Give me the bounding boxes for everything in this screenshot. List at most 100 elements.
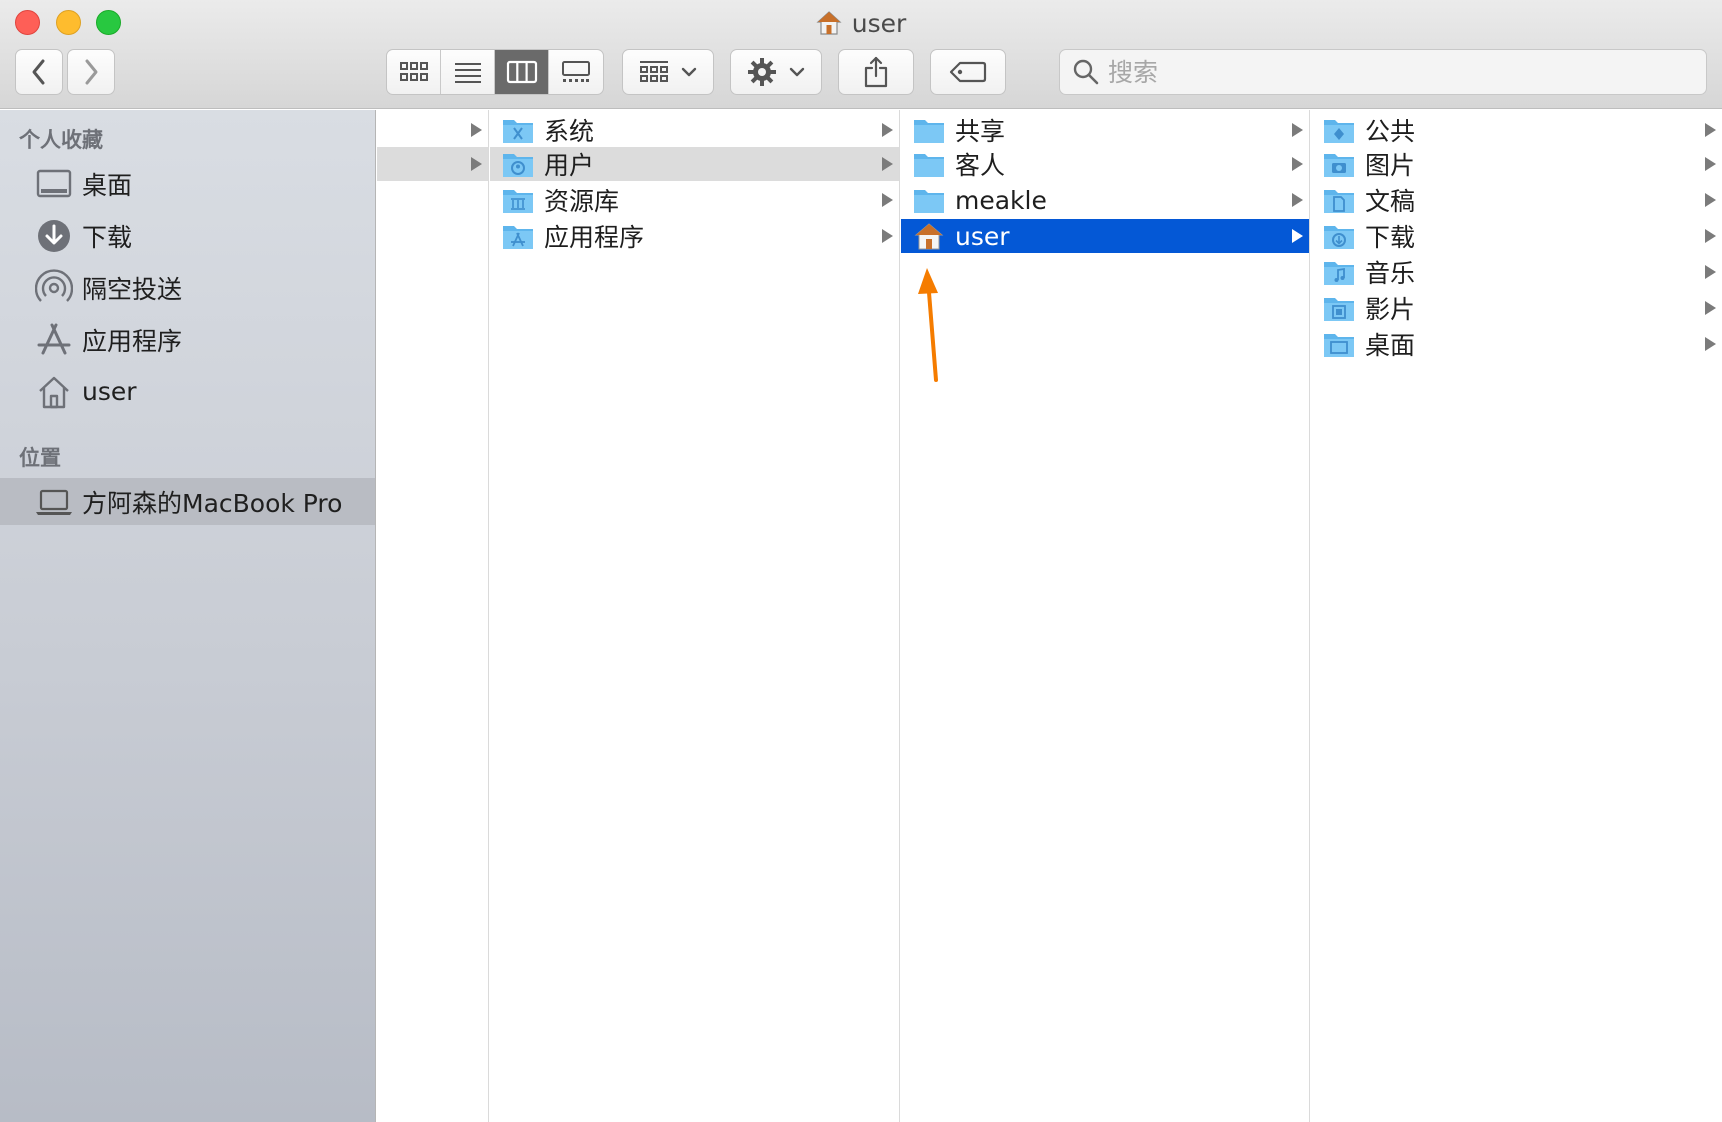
folder-row-guest[interactable]: 客人 bbox=[901, 147, 1309, 181]
back-button[interactable] bbox=[15, 49, 63, 95]
search-input[interactable] bbox=[1108, 57, 1706, 87]
public-folder-icon bbox=[1324, 120, 1354, 143]
system-folder-icon bbox=[503, 120, 533, 143]
sidebar: 个人收藏 桌面 下载 隔空投送 应用程序 user 位置 方阿森的MacBook… bbox=[0, 110, 376, 1122]
annotation-arrow-icon bbox=[918, 268, 938, 382]
applications-folder-icon bbox=[503, 226, 533, 249]
downloads-folder-icon bbox=[1324, 226, 1354, 249]
folder-row-movies[interactable]: 影片 bbox=[1311, 291, 1722, 325]
folder-row-desktop[interactable]: 桌面 bbox=[1311, 327, 1722, 361]
sidebar-item-label: user bbox=[82, 377, 137, 406]
folder-row-pictures[interactable]: 图片 bbox=[1311, 147, 1722, 181]
library-folder-icon bbox=[503, 190, 533, 213]
sidebar-item-user[interactable]: user bbox=[0, 368, 375, 415]
home-icon bbox=[34, 372, 74, 412]
folder-row-library[interactable]: 资源库 bbox=[490, 183, 899, 217]
chevron-down-icon bbox=[789, 67, 805, 77]
movies-folder-icon bbox=[1324, 298, 1354, 321]
disclosure-arrow-icon bbox=[471, 157, 482, 171]
folder-row-shared[interactable]: 共享 bbox=[901, 113, 1309, 147]
music-folder-icon bbox=[1324, 262, 1354, 285]
disclosure-arrow-icon bbox=[882, 157, 893, 171]
list-view-button[interactable] bbox=[441, 50, 495, 94]
download-icon bbox=[34, 216, 74, 256]
pictures-folder-icon bbox=[1324, 154, 1354, 177]
folder-row-public[interactable]: 公共 bbox=[1311, 113, 1722, 147]
share-button[interactable] bbox=[838, 49, 914, 95]
group-by-icon bbox=[640, 61, 668, 82]
action-menu-button[interactable] bbox=[730, 49, 822, 95]
favorites-header: 个人收藏 bbox=[19, 128, 103, 152]
group-by-button[interactable] bbox=[622, 49, 714, 95]
sidebar-item-macbook[interactable]: 方阿森的MacBook Pro bbox=[0, 478, 375, 525]
disclosure-arrow-icon bbox=[1292, 157, 1303, 171]
sidebar-item-label: 隔空投送 bbox=[82, 274, 183, 304]
disclosure-arrow-icon bbox=[1705, 193, 1716, 207]
disclosure-arrow-icon bbox=[1705, 265, 1716, 279]
disclosure-arrow-icon bbox=[1705, 229, 1716, 243]
share-icon bbox=[864, 56, 888, 88]
locations-header: 位置 bbox=[19, 446, 61, 470]
applications-icon bbox=[34, 320, 74, 360]
icon-view-icon bbox=[399, 62, 428, 81]
folder-row-meakle[interactable]: meakle bbox=[901, 183, 1309, 217]
desktop-icon bbox=[34, 164, 74, 204]
folder-row-documents[interactable]: 文稿 bbox=[1311, 183, 1722, 217]
folder-row-music[interactable]: 音乐 bbox=[1311, 255, 1722, 289]
column-user-home: 公共 图片 文稿 下载 音乐 影片 桌面 bbox=[1311, 110, 1722, 1122]
search-field[interactable] bbox=[1059, 49, 1707, 95]
sidebar-item-airdrop[interactable]: 隔空投送 bbox=[0, 264, 375, 311]
disclosure-arrow-icon bbox=[882, 123, 893, 137]
column-view-icon bbox=[506, 60, 537, 84]
disclosure-arrow-icon bbox=[471, 123, 482, 137]
folder-row-downloads[interactable]: 下载 bbox=[1311, 219, 1722, 253]
sidebar-item-downloads[interactable]: 下载 bbox=[0, 212, 375, 259]
column-row[interactable] bbox=[377, 113, 488, 147]
column-root bbox=[377, 110, 489, 1122]
chevron-left-icon bbox=[32, 59, 45, 85]
column-macintosh-hd: 系统 用户 资源库 应用程序 bbox=[490, 110, 900, 1122]
folder-row-users[interactable]: 用户 bbox=[490, 147, 899, 181]
view-mode-control bbox=[386, 49, 604, 95]
window-title: user bbox=[0, 6, 1722, 40]
disclosure-arrow-icon bbox=[1705, 301, 1716, 315]
sidebar-item-label: 桌面 bbox=[82, 170, 133, 200]
tag-icon bbox=[949, 61, 987, 83]
tag-button[interactable] bbox=[930, 49, 1006, 95]
disclosure-arrow-icon bbox=[1292, 193, 1303, 207]
icon-view-button[interactable] bbox=[387, 50, 441, 94]
airdrop-icon bbox=[34, 268, 74, 308]
folder-row-user[interactable]: user bbox=[901, 219, 1309, 253]
folder-icon bbox=[914, 190, 944, 213]
column-row[interactable] bbox=[377, 147, 488, 181]
desktop-folder-icon bbox=[1324, 334, 1354, 357]
gallery-view-button[interactable] bbox=[549, 50, 603, 94]
search-icon bbox=[1073, 59, 1099, 85]
folder-icon bbox=[914, 120, 944, 143]
disclosure-arrow-icon bbox=[882, 193, 893, 207]
users-folder-icon bbox=[503, 154, 533, 177]
gallery-view-icon bbox=[562, 61, 590, 82]
folder-row-system[interactable]: 系统 bbox=[490, 113, 899, 147]
disclosure-arrow-icon bbox=[1705, 157, 1716, 171]
column-view-button[interactable] bbox=[495, 50, 549, 94]
laptop-icon bbox=[34, 482, 74, 522]
sidebar-item-desktop[interactable]: 桌面 bbox=[0, 160, 375, 207]
disclosure-arrow-icon bbox=[1705, 337, 1716, 351]
window-titlebar: user bbox=[0, 0, 1722, 109]
sidebar-item-applications[interactable]: 应用程序 bbox=[0, 316, 375, 363]
sidebar-item-label: 方阿森的MacBook Pro bbox=[82, 488, 343, 518]
forward-button[interactable] bbox=[67, 49, 115, 95]
chevron-right-icon bbox=[85, 59, 98, 85]
sidebar-item-label: 下载 bbox=[82, 222, 133, 252]
disclosure-arrow-icon bbox=[1292, 229, 1303, 243]
folder-row-applications[interactable]: 应用程序 bbox=[490, 219, 899, 253]
list-view-icon bbox=[454, 63, 481, 83]
gear-icon bbox=[748, 58, 776, 86]
sidebar-item-label: 应用程序 bbox=[82, 326, 183, 356]
column-users: 共享 客人 meakle user bbox=[901, 110, 1310, 1122]
window-title-text: user bbox=[851, 8, 907, 38]
disclosure-arrow-icon bbox=[882, 229, 893, 243]
home-icon bbox=[914, 223, 944, 250]
home-icon bbox=[816, 11, 842, 35]
